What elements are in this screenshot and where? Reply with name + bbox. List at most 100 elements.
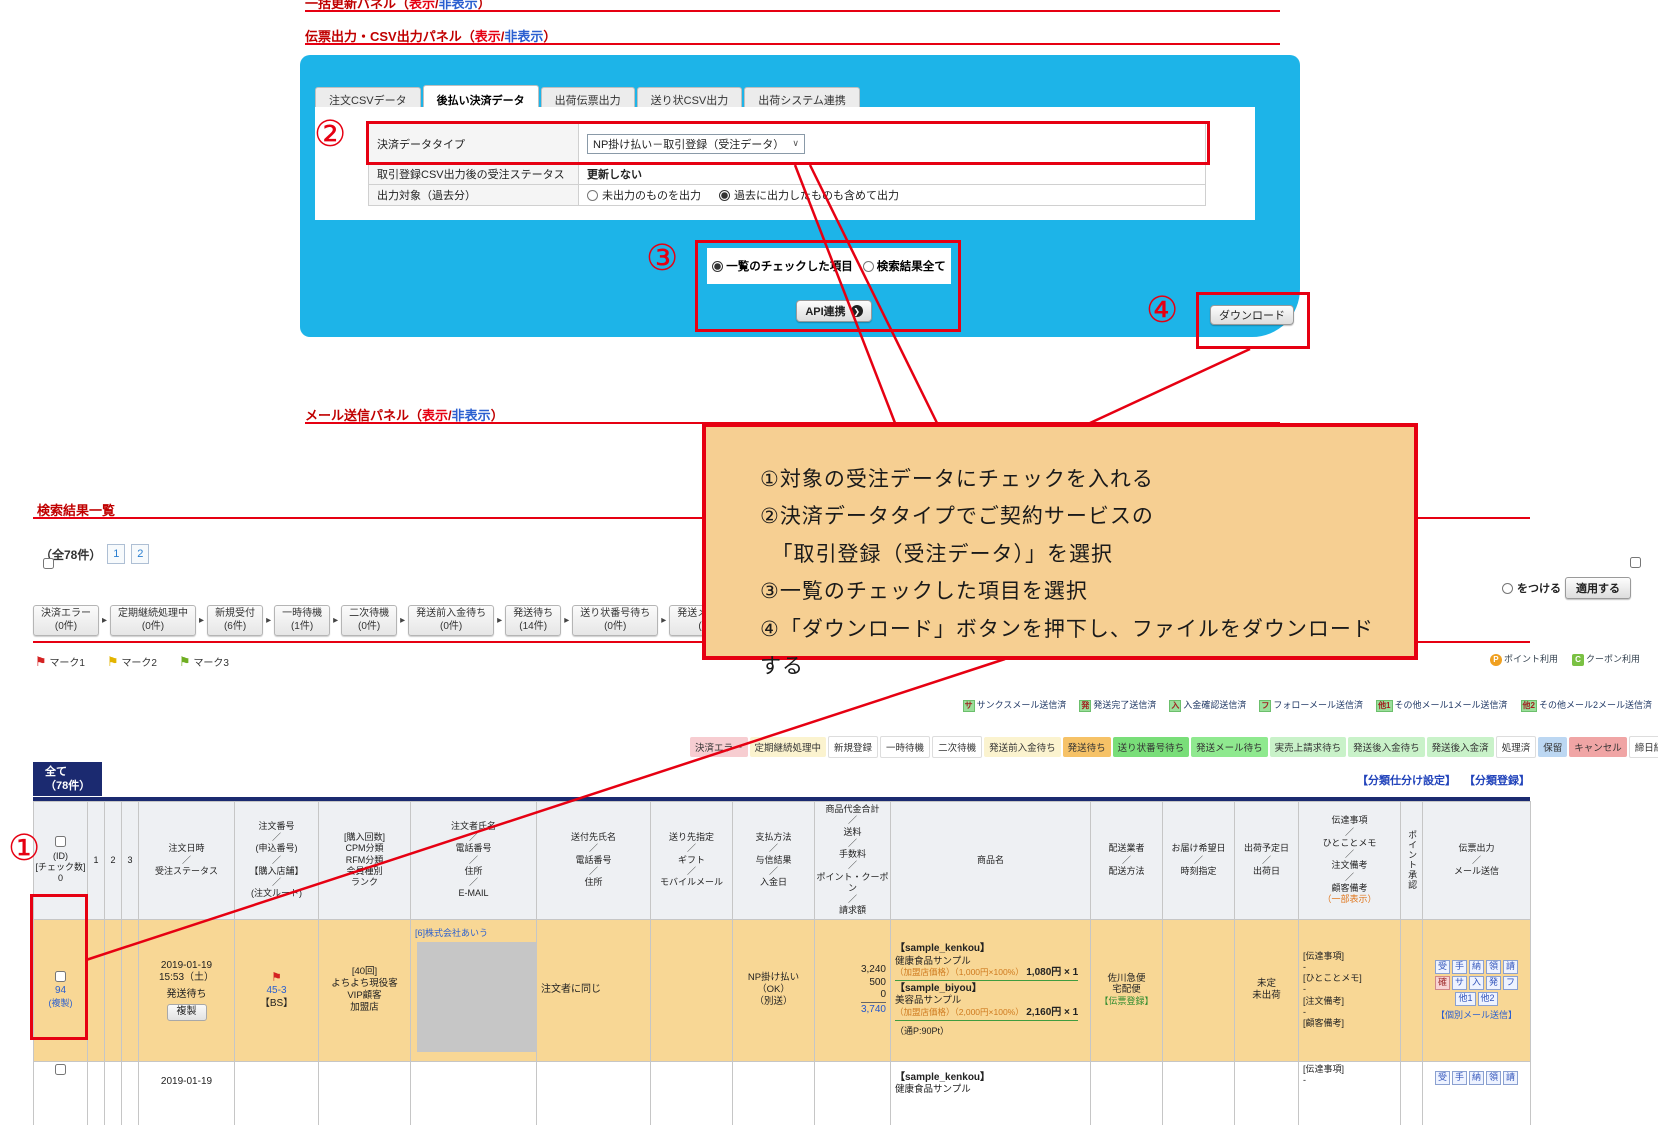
status-after-export-label: 取引登録CSV出力後の受注ステータス bbox=[368, 163, 579, 185]
apply-mark-radio[interactable] bbox=[1502, 582, 1513, 594]
individual-mail-link[interactable]: 【個別メール送信】 bbox=[1424, 1010, 1529, 1021]
legend-other1-mail: 他1 その他メール1メール送信済 bbox=[1376, 699, 1508, 712]
row1-copy-link[interactable]: (複製) bbox=[49, 998, 73, 1008]
api-link-button[interactable]: API連携 ❯ bbox=[796, 300, 872, 322]
row1-customer-link[interactable]: [6]株式会社あいう bbox=[415, 928, 488, 938]
flow-arrow-icon: ▸ bbox=[564, 615, 570, 626]
row1-memo-cell: [伝達事項] - [ひとことメモ] - [注文備考] - [顧客備考] bbox=[1298, 918, 1401, 1062]
mail-button[interactable]: 入 bbox=[1468, 975, 1484, 990]
export-include-past-radio[interactable] bbox=[719, 189, 730, 201]
slip-button[interactable]: 領 bbox=[1486, 959, 1502, 974]
mail-button[interactable]: 確 bbox=[1434, 975, 1450, 990]
mark3-item: ⚑ マーク3 bbox=[179, 654, 229, 669]
scope-checked-items[interactable]: 一覧のチェックした項目 bbox=[712, 258, 853, 274]
apply-mark-label: をつける bbox=[1517, 583, 1561, 595]
apply-button[interactable]: 適用する bbox=[1565, 577, 1631, 599]
memo-partial-link[interactable]: （一部表示） bbox=[1300, 894, 1399, 905]
select-all-checkbox[interactable] bbox=[43, 558, 54, 569]
flow-pre-ship-payment[interactable]: 発送前入金待ち (0件) bbox=[408, 605, 495, 636]
scope-all-results[interactable]: 検索結果全て bbox=[862, 258, 946, 274]
red-flag-icon: ⚑ bbox=[271, 970, 282, 984]
slip-button[interactable]: 領 bbox=[1486, 1070, 1502, 1085]
flow-new[interactable]: 新規受付 (6件) bbox=[207, 605, 264, 636]
flow-payment-error[interactable]: 決済エラー (0件) bbox=[33, 605, 99, 636]
download-button[interactable]: ダウンロード bbox=[1210, 305, 1294, 325]
flow-arrow-icon: ▸ bbox=[199, 615, 205, 626]
slip-button[interactable]: 手 bbox=[1451, 1070, 1467, 1085]
slip-button[interactable]: 納 bbox=[1468, 1070, 1484, 1085]
target-scope-box: 一覧のチェックした項目 検索結果全て bbox=[707, 248, 951, 284]
tab-all-orders[interactable]: 全て （78件） bbox=[33, 762, 103, 796]
row1-copy-button[interactable]: 複製 bbox=[166, 1004, 207, 1021]
apply-mark-control: をつける 適用する bbox=[1502, 577, 1631, 599]
row2-checkbox[interactable] bbox=[55, 1063, 66, 1075]
status-chip: 締日経過分 bbox=[1628, 736, 1658, 758]
row1-id-link[interactable]: 94 bbox=[55, 985, 66, 996]
mail-show-link[interactable]: 表示 bbox=[422, 408, 448, 423]
table-header-row: (ID) [チェック数] 0 1 2 3 注文日時 ／ 受注ステータス 注文番号… bbox=[33, 801, 1531, 920]
header-select-all-checkbox[interactable] bbox=[55, 836, 66, 848]
mail-button[interactable]: サ bbox=[1451, 975, 1467, 990]
callout-step-2b: 「取引登録（受注データ）」を選択 bbox=[760, 542, 1113, 566]
mail-hide-link[interactable]: 非表示 bbox=[452, 408, 491, 423]
row1-carrier-cell: 佐川急便 宅配便 【伝票登録】 bbox=[1090, 918, 1163, 1062]
flow-awaiting-tracking[interactable]: 送り状番号待ち (0件) bbox=[572, 605, 659, 636]
slip-button[interactable]: 請 bbox=[1503, 1070, 1519, 1085]
row1-order-number-link[interactable]: 45-3 bbox=[266, 985, 286, 996]
flow-hold1[interactable]: 一時待機 (1件) bbox=[274, 605, 331, 636]
mail-button[interactable]: 他2 bbox=[1477, 991, 1498, 1006]
status-chip: 発送前入金待ち bbox=[984, 737, 1061, 757]
row1-customer-cell: [6]株式会社あいう bbox=[410, 918, 537, 1062]
row1-slip-register-link[interactable]: 【伝票登録】 bbox=[1092, 996, 1161, 1007]
flow-recurring[interactable]: 定期継続処理中 (0件) bbox=[110, 605, 197, 636]
header-mark1: 1 bbox=[87, 801, 105, 920]
header-customer: 注文者氏名 ／ 電話番号 ／ 住所 ／ E-MAIL bbox=[410, 801, 537, 920]
csv-hide-link[interactable]: 非表示 bbox=[504, 29, 543, 44]
mail-button[interactable]: 発 bbox=[1486, 975, 1502, 990]
product2-name: 美容品サンプル bbox=[895, 995, 962, 1007]
page-1-button[interactable]: 1 bbox=[107, 544, 126, 564]
order-row-94: 94 (複製) 2019-01-19 15:53（土） 発送待ち 複製 ⚑ 45… bbox=[33, 918, 1531, 1062]
export-unsent-radio[interactable] bbox=[587, 189, 598, 201]
mark1-item: ⚑ マーク1 bbox=[35, 654, 85, 669]
right-option-checkbox[interactable] bbox=[1630, 557, 1641, 568]
slip-button[interactable]: 受 bbox=[1434, 1070, 1450, 1085]
orders-table: (ID) [チェック数] 0 1 2 3 注文日時 ／ 受注ステータス 注文番号… bbox=[33, 801, 1531, 1125]
green-flag-icon: ⚑ bbox=[179, 654, 191, 669]
header-amount: 商品代金合計 ／ 送料 ／ 手数料 ／ ポイント・クーポン ／ 請求額 bbox=[814, 801, 891, 920]
mail-button[interactable]: フ bbox=[1503, 975, 1519, 990]
row1-status: 発送待ち bbox=[166, 988, 207, 1000]
red-flag-icon: ⚑ bbox=[35, 654, 47, 669]
point-coupon-legend: P ポイント利用 C クーポン利用 bbox=[1489, 652, 1640, 666]
mail-panel-title: メール送信パネル bbox=[305, 408, 410, 423]
scope-checked-items-radio[interactable] bbox=[712, 260, 724, 272]
legend-other2-mail: 他2 その他メール2メール送信済 bbox=[1520, 699, 1652, 712]
status-chip: 一時待機 bbox=[880, 736, 931, 758]
row1-check-cell: 94 (複製) bbox=[33, 918, 88, 1062]
product1-name: 健康食品サンプル bbox=[895, 955, 971, 967]
slip-button[interactable]: 請 bbox=[1503, 959, 1519, 974]
slip-button[interactable]: 納 bbox=[1468, 959, 1484, 974]
status-chip: 実売上請求待ち bbox=[1269, 737, 1347, 757]
page-2-button[interactable]: 2 bbox=[131, 544, 150, 564]
classification-sort-link[interactable]: 【分類仕分け設定】 bbox=[1357, 772, 1456, 788]
row1-product-cell: 【sample_kenkou】 健康食品サンプル （加盟店価格）（1,000円×… bbox=[890, 918, 1091, 1062]
header-purchase-info: [購入回数] CPM分類 RFM分類 会員種別 ランク bbox=[318, 801, 411, 920]
header-ship-to: 送付先氏名 ／ 電話番号 ／ 住所 bbox=[536, 801, 651, 920]
mail-button[interactable]: 他1 bbox=[1455, 991, 1476, 1006]
flow-hold2[interactable]: 二次待機 (0件) bbox=[341, 605, 398, 636]
payment-data-type-select[interactable]: NP掛け払い－取引登録（受注データ） ∨ bbox=[587, 133, 805, 154]
row1-datetime-cell: 2019-01-19 15:53（土） 発送待ち 複製 bbox=[138, 918, 235, 1062]
flow-awaiting-ship[interactable]: 発送待ち (14件) bbox=[505, 605, 562, 636]
classification-register-link[interactable]: 【分類登録】 bbox=[1464, 772, 1530, 788]
instruction-callout: ①対象の受注データにチェックを入れる ②決済データタイプでご契約サービスの 「取… bbox=[702, 423, 1418, 678]
row1-amount-fee: 0 bbox=[880, 989, 886, 1000]
slip-button[interactable]: 手 bbox=[1451, 959, 1467, 974]
row2-check-cell bbox=[33, 1060, 88, 1125]
csv-show-link[interactable]: 表示 bbox=[475, 29, 501, 44]
status-chip: 発送メール待ち bbox=[1191, 737, 1268, 757]
row1-checkbox[interactable] bbox=[55, 971, 66, 982]
scope-all-results-radio[interactable] bbox=[862, 260, 874, 272]
other1-mail-icon: 他1 bbox=[1376, 699, 1393, 712]
slip-button[interactable]: 受 bbox=[1434, 959, 1450, 974]
